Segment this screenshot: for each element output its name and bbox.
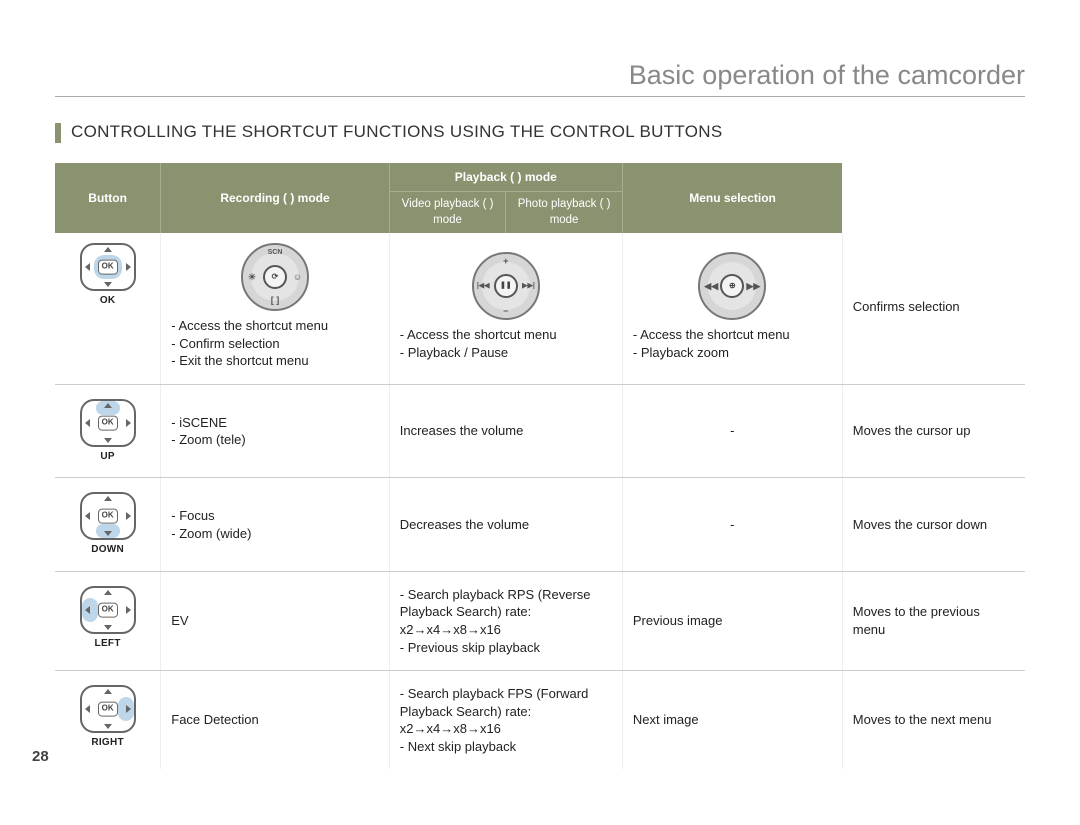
button-label-right: RIGHT xyxy=(65,736,150,750)
header-button-label: Button xyxy=(88,191,127,205)
button-label-up: UP xyxy=(65,450,150,464)
section-heading: CONTROLLING THE SHORTCUT FUNCTIONS USING… xyxy=(55,122,1025,143)
button-label-down: DOWN xyxy=(65,543,150,557)
recording-cell: SCN [ ] ☀ ☺ ⟳ Access the shortcut menu C… xyxy=(161,233,390,384)
list-item: Confirm selection xyxy=(171,335,379,353)
table-row-left: OK LEFT EV Search playback RPS (Reverse … xyxy=(55,571,1025,670)
control-pad-right-icon: OK xyxy=(80,685,136,733)
list-item: Playback zoom xyxy=(633,344,832,362)
menu-cell: Confirms selection xyxy=(842,233,1025,384)
recording-dial-icon: SCN [ ] ☀ ☺ ⟳ xyxy=(241,243,309,311)
photo-cell: Previous image xyxy=(622,571,842,670)
button-cell-up: OK UP xyxy=(55,384,161,478)
button-cell-down: OK DOWN xyxy=(55,478,161,572)
list-item: Playback / Pause xyxy=(400,344,612,362)
button-cell-right: OK RIGHT xyxy=(55,671,161,770)
menu-cell: Moves the cursor up xyxy=(842,384,1025,478)
photo-cell: - xyxy=(622,478,842,572)
list-item: Access the shortcut menu xyxy=(400,326,612,344)
video-cell: Search playback FPS (Forward Playback Se… xyxy=(389,671,622,770)
video-cell: Increases the volume xyxy=(389,384,622,478)
section-bar xyxy=(55,123,61,143)
header-video-playback: Video playback ( ) mode xyxy=(390,191,507,233)
video-cell: Decreases the volume xyxy=(389,478,622,572)
controls-table: Button Recording ( ) mode Playback ( ) m… xyxy=(55,163,1025,769)
list-item: Search playback RPS (Reverse Playback Se… xyxy=(400,586,612,639)
control-pad-up-icon: OK xyxy=(80,399,136,447)
control-pad-left-icon: OK xyxy=(80,586,136,634)
table-row-down: OK DOWN Focus Zoom (wide) Decreases the … xyxy=(55,478,1025,572)
header-photo-playback: Photo playback ( ) mode xyxy=(506,191,622,233)
list-item: Access the shortcut menu xyxy=(633,326,832,344)
table-header-row: Button Recording ( ) mode Playback ( ) m… xyxy=(55,163,1025,233)
header-recording: Recording ( ) mode xyxy=(161,163,390,233)
menu-cell: Moves to the next menu xyxy=(842,671,1025,770)
list-item: Access the shortcut menu xyxy=(171,317,379,335)
table-row-up: OK UP iSCENE Zoom (tele) Increases the v… xyxy=(55,384,1025,478)
list-item: Next skip playback xyxy=(400,738,612,756)
header-playback-group: Playback ( ) mode Video playback ( ) mod… xyxy=(389,163,622,233)
button-label-left: LEFT xyxy=(65,637,150,651)
section-title: CONTROLLING THE SHORTCUT FUNCTIONS USING… xyxy=(71,122,722,142)
video-cell: Search playback RPS (Reverse Playback Se… xyxy=(389,571,622,670)
recording-cell: EV xyxy=(161,571,390,670)
list-item: iSCENE xyxy=(171,414,379,432)
header-menu: Menu selection xyxy=(622,163,842,233)
control-pad-ok-icon: OK xyxy=(80,243,136,291)
menu-cell: Moves the cursor down xyxy=(842,478,1025,572)
photo-cell: Next image xyxy=(622,671,842,770)
recording-cell: Face Detection xyxy=(161,671,390,770)
list-item: Exit the shortcut menu xyxy=(171,352,379,370)
button-label-ok: OK xyxy=(65,294,150,308)
table-row-right: OK RIGHT Face Detection Search playback … xyxy=(55,671,1025,770)
list-item: Focus xyxy=(171,507,379,525)
list-item: Zoom (wide) xyxy=(171,525,379,543)
chapter-title: Basic operation of the camcorder xyxy=(55,60,1025,97)
button-cell-left: OK LEFT xyxy=(55,571,161,670)
menu-cell: Moves to the previous menu xyxy=(842,571,1025,670)
header-playback-label: Playback ( ) mode xyxy=(390,163,622,191)
list-item: Search playback FPS (Forward Playback Se… xyxy=(400,685,612,738)
header-button: Button xyxy=(55,163,161,233)
video-cell: + − |◀◀ ▶▶| ❚❚ Access the shortcut menu … xyxy=(389,233,622,384)
table-row-ok: OK OK SCN [ ] ☀ ☺ ⟳ Access the shortcut … xyxy=(55,233,1025,384)
recording-cell: Focus Zoom (wide) xyxy=(161,478,390,572)
list-item: Zoom (tele) xyxy=(171,431,379,449)
photo-dial-icon: ◀◀ ▶▶ ⊕ xyxy=(698,252,766,320)
button-cell-ok: OK OK xyxy=(55,233,161,384)
recording-cell: iSCENE Zoom (tele) xyxy=(161,384,390,478)
photo-cell: - xyxy=(622,384,842,478)
list-item: Previous skip playback xyxy=(400,639,612,657)
control-pad-down-icon: OK xyxy=(80,492,136,540)
page-number: 28 xyxy=(32,748,49,765)
video-dial-icon: + − |◀◀ ▶▶| ❚❚ xyxy=(472,252,540,320)
photo-cell: ◀◀ ▶▶ ⊕ Access the shortcut menu Playbac… xyxy=(622,233,842,384)
